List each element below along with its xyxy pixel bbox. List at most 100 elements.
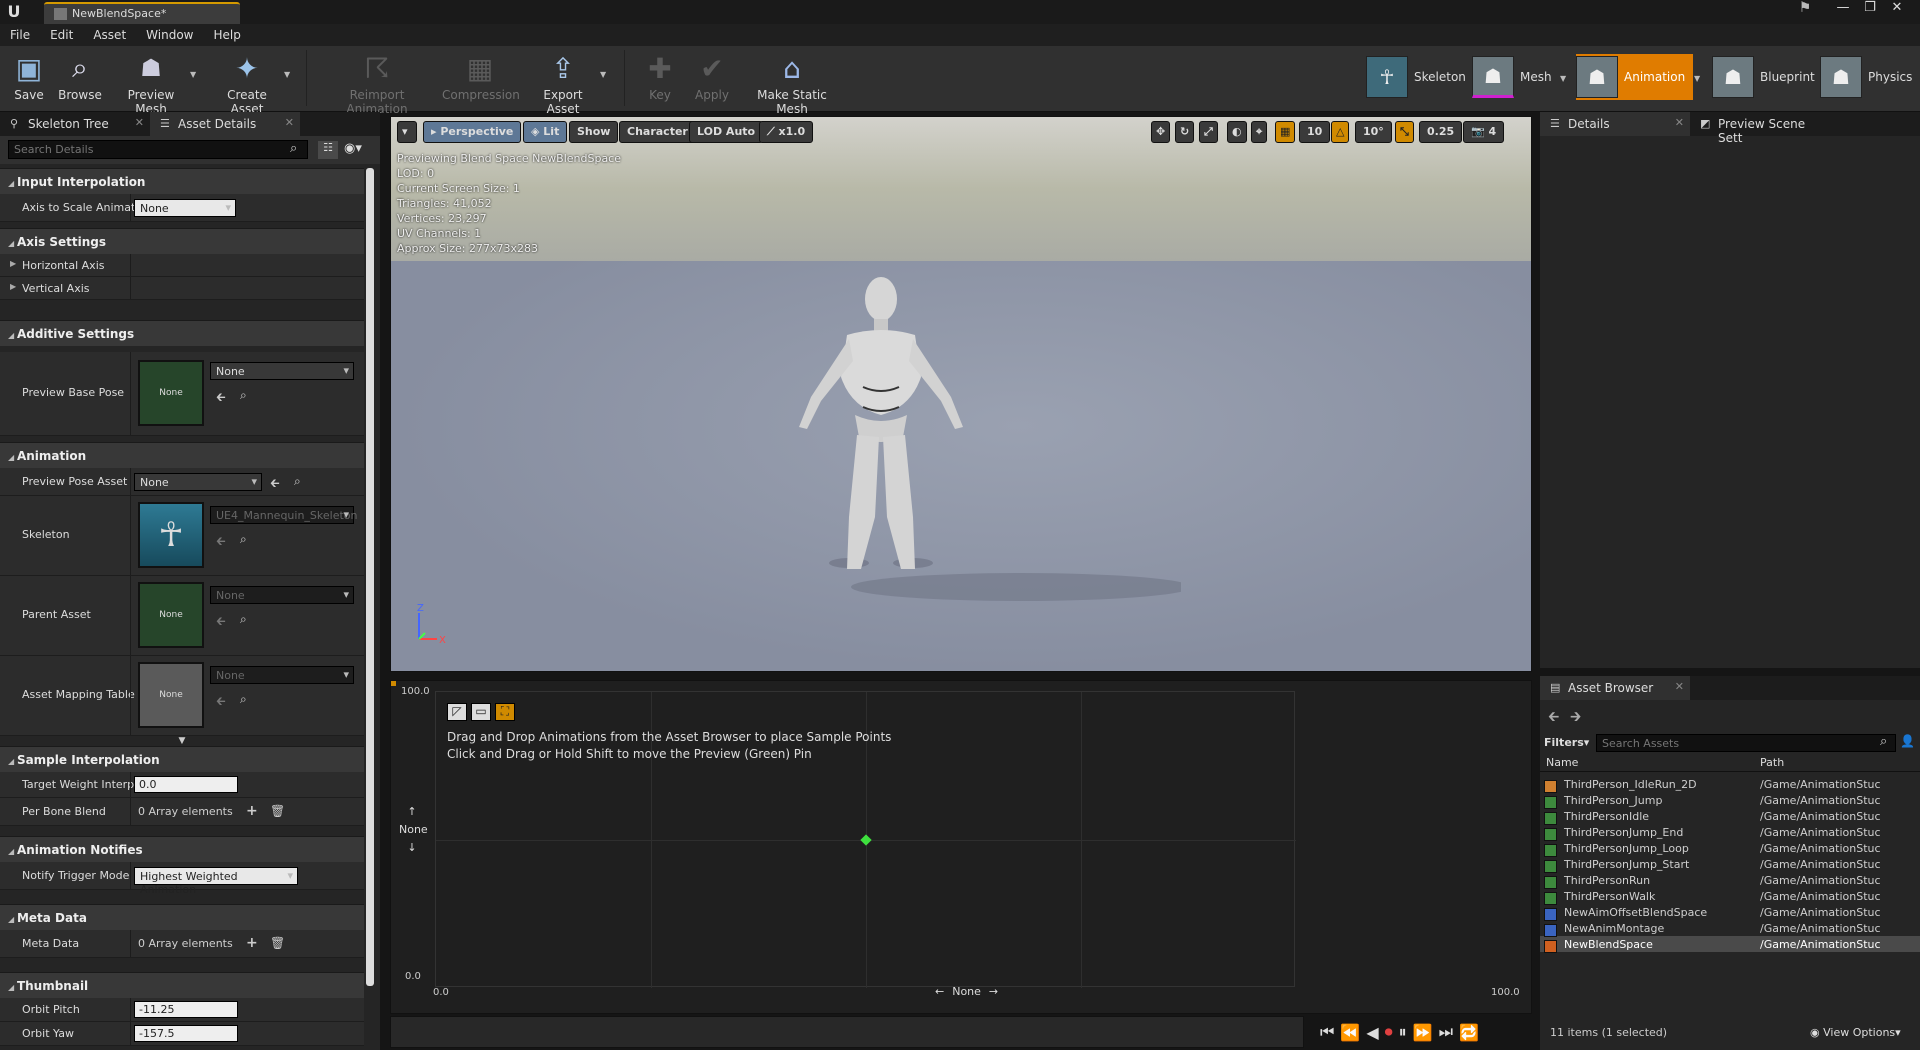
show-labels-icon[interactable]: ▭	[471, 703, 491, 721]
scale-snap-icon[interactable]: ⤡	[1395, 121, 1414, 143]
key-button[interactable]: ✚ Key	[640, 50, 680, 108]
rotation-snap-value[interactable]: 10°	[1355, 121, 1392, 143]
use-selected-arrow-icon[interactable]: 🡰	[216, 612, 226, 633]
use-selected-arrow-icon[interactable]: 🡰	[216, 388, 226, 409]
fit-view-icon[interactable]: ⛶	[495, 703, 515, 721]
create-asset-button[interactable]: ✦ Create Asset	[210, 50, 284, 117]
browse-magnifier-icon[interactable]: ⌕	[240, 692, 247, 707]
mode-mesh-button[interactable]: ☗ Mesh	[1472, 54, 1552, 100]
asset-mapping-thumbnail[interactable]: None	[138, 662, 204, 728]
compression-button[interactable]: ▦ Compression	[442, 50, 520, 108]
section-sample-interpolation[interactable]: Sample Interpolation	[0, 746, 364, 772]
pause-icon[interactable]: ⏸	[1399, 1022, 1407, 1042]
preview-base-pose-combo[interactable]: None	[210, 362, 354, 380]
arrow-right-icon[interactable]: →	[989, 985, 998, 998]
apply-button[interactable]: ✔ Apply	[690, 50, 734, 108]
use-selected-arrow-icon[interactable]: 🡰	[270, 474, 280, 495]
preview-pose-asset-combo[interactable]: None	[134, 473, 262, 491]
section-meta-data[interactable]: Meta Data	[0, 904, 364, 930]
scale-snap-value[interactable]: 0.25	[1419, 121, 1463, 143]
close-tab-icon[interactable]: ✕	[135, 116, 144, 129]
asset-list-item[interactable]: ThirdPersonJump_Start/Game/AnimationStuc	[1540, 856, 1920, 873]
minimize-button[interactable]: —	[1830, 0, 1856, 18]
reimport-animation-button[interactable]: ☈ Reimport Animation	[322, 50, 432, 117]
asset-list-item[interactable]: NewAimOffsetBlendSpace/Game/AnimationStu…	[1540, 904, 1920, 921]
skeleton-thumbnail-icon[interactable]: ☥	[138, 502, 204, 568]
lock-icon[interactable]: 👤	[1900, 734, 1915, 748]
tab-asset-browser[interactable]: ▤ Asset Browser ✕	[1540, 676, 1690, 700]
close-window-button[interactable]: ✕	[1884, 0, 1910, 18]
asset-list-item[interactable]: ThirdPersonJump_Loop/Game/AnimationStuc	[1540, 840, 1920, 857]
lod-button[interactable]: LOD Auto	[689, 121, 764, 143]
notify-trigger-combo[interactable]: Highest Weighted Animation	[134, 867, 298, 896]
menu-edit[interactable]: Edit	[50, 28, 73, 42]
feedback-icon[interactable]: ⚑	[1792, 0, 1818, 18]
orbit-pitch-input[interactable]: -11.25	[134, 1001, 238, 1018]
trash-icon[interactable]: 🗑	[270, 936, 285, 950]
section-additive-settings[interactable]: Additive Settings	[0, 320, 364, 346]
arrow-down-icon[interactable]: ↓	[399, 839, 425, 857]
record-icon[interactable]: ⏺	[1385, 1022, 1393, 1042]
skeleton-combo[interactable]: UE4_Mannequin_Skeleton	[210, 506, 358, 524]
target-weight-input[interactable]: 0.0	[134, 776, 238, 793]
asset-list-item[interactable]: NewBlendSpace/Game/AnimationStuc	[1540, 936, 1920, 953]
camera-speed-button[interactable]: 📷 4	[1463, 121, 1505, 143]
preview-viewport[interactable]: ▾ ▸ Perspective ◈ Lit Show Character LOD…	[390, 116, 1532, 672]
grid-snap-icon[interactable]: ▦	[1275, 121, 1296, 143]
play-reverse-icon[interactable]: ◀	[1366, 1023, 1378, 1042]
document-tab[interactable]: NewBlendSpace*	[44, 2, 240, 24]
step-back-icon[interactable]: ⏪	[1340, 1023, 1360, 1042]
asset-list-item[interactable]: ThirdPerson_IdleRun_2D/Game/AnimationStu…	[1540, 776, 1920, 793]
skip-to-start-icon[interactable]: ⏮	[1320, 1022, 1334, 1042]
expand-arrow-icon[interactable]: ▶	[10, 259, 16, 268]
browse-magnifier-icon[interactable]: ⌕	[240, 388, 247, 403]
step-forward-icon[interactable]: ⏩	[1413, 1023, 1433, 1042]
asset-list-item[interactable]: ThirdPersonWalk/Game/AnimationStuc	[1540, 888, 1920, 905]
details-scrollbar[interactable]	[366, 168, 374, 986]
tab-details[interactable]: ☰ Details ✕	[1540, 112, 1690, 136]
animation-dropdown-icon[interactable]: ▼	[1694, 74, 1700, 83]
tab-preview-scene-settings[interactable]: ◩ Preview Scene Sett	[1690, 112, 1840, 145]
save-button[interactable]: ▣ Save	[8, 50, 50, 108]
use-selected-arrow-icon[interactable]: 🡰	[216, 532, 226, 553]
menu-window[interactable]: Window	[146, 28, 193, 42]
export-dropdown-icon[interactable]: ▼	[600, 70, 606, 79]
use-selected-arrow-icon[interactable]: 🡰	[216, 692, 226, 713]
export-asset-button[interactable]: ⇪ Export Asset	[526, 50, 600, 117]
rotate-icon[interactable]: ↻	[1175, 121, 1195, 143]
prop-horizontal-axis[interactable]: ▶ Horizontal Axis	[0, 254, 364, 277]
world-local-icon[interactable]: ◐	[1227, 121, 1247, 143]
expand-advanced-icon[interactable]: ▼	[0, 736, 364, 746]
close-tab-icon[interactable]: ✕	[1675, 680, 1684, 693]
playback-speed-button[interactable]: ⟋ x1.0	[759, 121, 814, 143]
maximize-button[interactable]: ❐	[1857, 0, 1883, 18]
section-thumbnail[interactable]: Thumbnail	[0, 972, 364, 998]
lit-button[interactable]: ◈ Lit	[523, 121, 568, 143]
section-input-interpolation[interactable]: Input Interpolation	[0, 168, 364, 194]
menu-help[interactable]: Help	[213, 28, 240, 42]
list-view-icon[interactable]: ☷	[318, 141, 338, 159]
show-button[interactable]: Show	[569, 121, 619, 143]
tab-skeleton-tree[interactable]: ⚲ Skeleton Tree ✕	[0, 112, 150, 136]
scale-icon[interactable]: ⤢	[1199, 121, 1218, 143]
blend-space-graph[interactable]: ◸ ▭ ⛶ Drag and Drop Animations from the …	[390, 680, 1532, 1014]
add-element-icon[interactable]: +	[246, 803, 258, 819]
translate-icon[interactable]: ✥	[1151, 121, 1171, 143]
arrow-up-icon[interactable]: ↑	[399, 803, 425, 821]
trash-icon[interactable]: 🗑	[270, 804, 285, 818]
asset-search-input[interactable]	[1596, 734, 1896, 752]
details-search-input[interactable]	[8, 140, 308, 159]
browse-magnifier-icon[interactable]: ⌕	[240, 532, 247, 547]
section-animation-notifies[interactable]: Animation Notifies	[0, 836, 364, 862]
asset-mapping-combo[interactable]: None	[210, 666, 354, 684]
browse-button[interactable]: ⌕ Browse	[58, 50, 102, 108]
mode-animation-button[interactable]: ☗ Animation	[1576, 54, 1694, 100]
axis-to-scale-combo[interactable]: None	[134, 199, 236, 217]
mesh-dropdown-icon[interactable]: ▼	[1560, 74, 1566, 83]
menu-asset[interactable]: Asset	[93, 28, 126, 42]
grid-snap-value[interactable]: 10	[1299, 121, 1331, 143]
loop-icon[interactable]: 🔁	[1459, 1023, 1479, 1042]
expand-arrow-icon[interactable]: ▶	[10, 282, 16, 291]
triangulation-icon[interactable]: ◸	[447, 703, 467, 721]
filters-button[interactable]: Filters▾	[1544, 736, 1589, 749]
